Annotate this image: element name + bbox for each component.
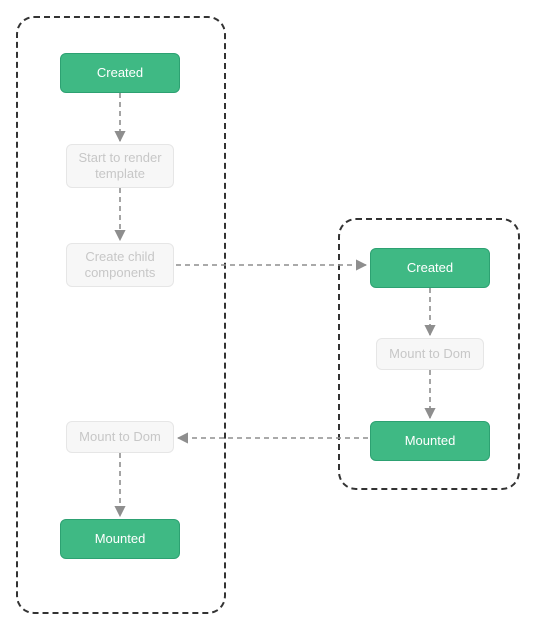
parent-created-state: Created xyxy=(60,53,180,93)
parent-mount-step: Mount to Dom xyxy=(66,421,174,453)
parent-mounted-state: Mounted xyxy=(60,519,180,559)
parent-render-step: Start to render template xyxy=(66,144,174,188)
label: Create child components xyxy=(75,249,165,282)
label: Mounted xyxy=(95,531,146,547)
label: Start to render template xyxy=(75,150,165,183)
label: Created xyxy=(407,260,453,276)
label: Mounted xyxy=(405,433,456,449)
label: Mount to Dom xyxy=(79,429,161,445)
child-created-state: Created xyxy=(370,248,490,288)
child-mount-step: Mount to Dom xyxy=(376,338,484,370)
child-mounted-state: Mounted xyxy=(370,421,490,461)
parent-create-children-step: Create child components xyxy=(66,243,174,287)
label: Created xyxy=(97,65,143,81)
lifecycle-diagram: Created Start to render template Create … xyxy=(0,0,537,629)
label: Mount to Dom xyxy=(389,346,471,362)
